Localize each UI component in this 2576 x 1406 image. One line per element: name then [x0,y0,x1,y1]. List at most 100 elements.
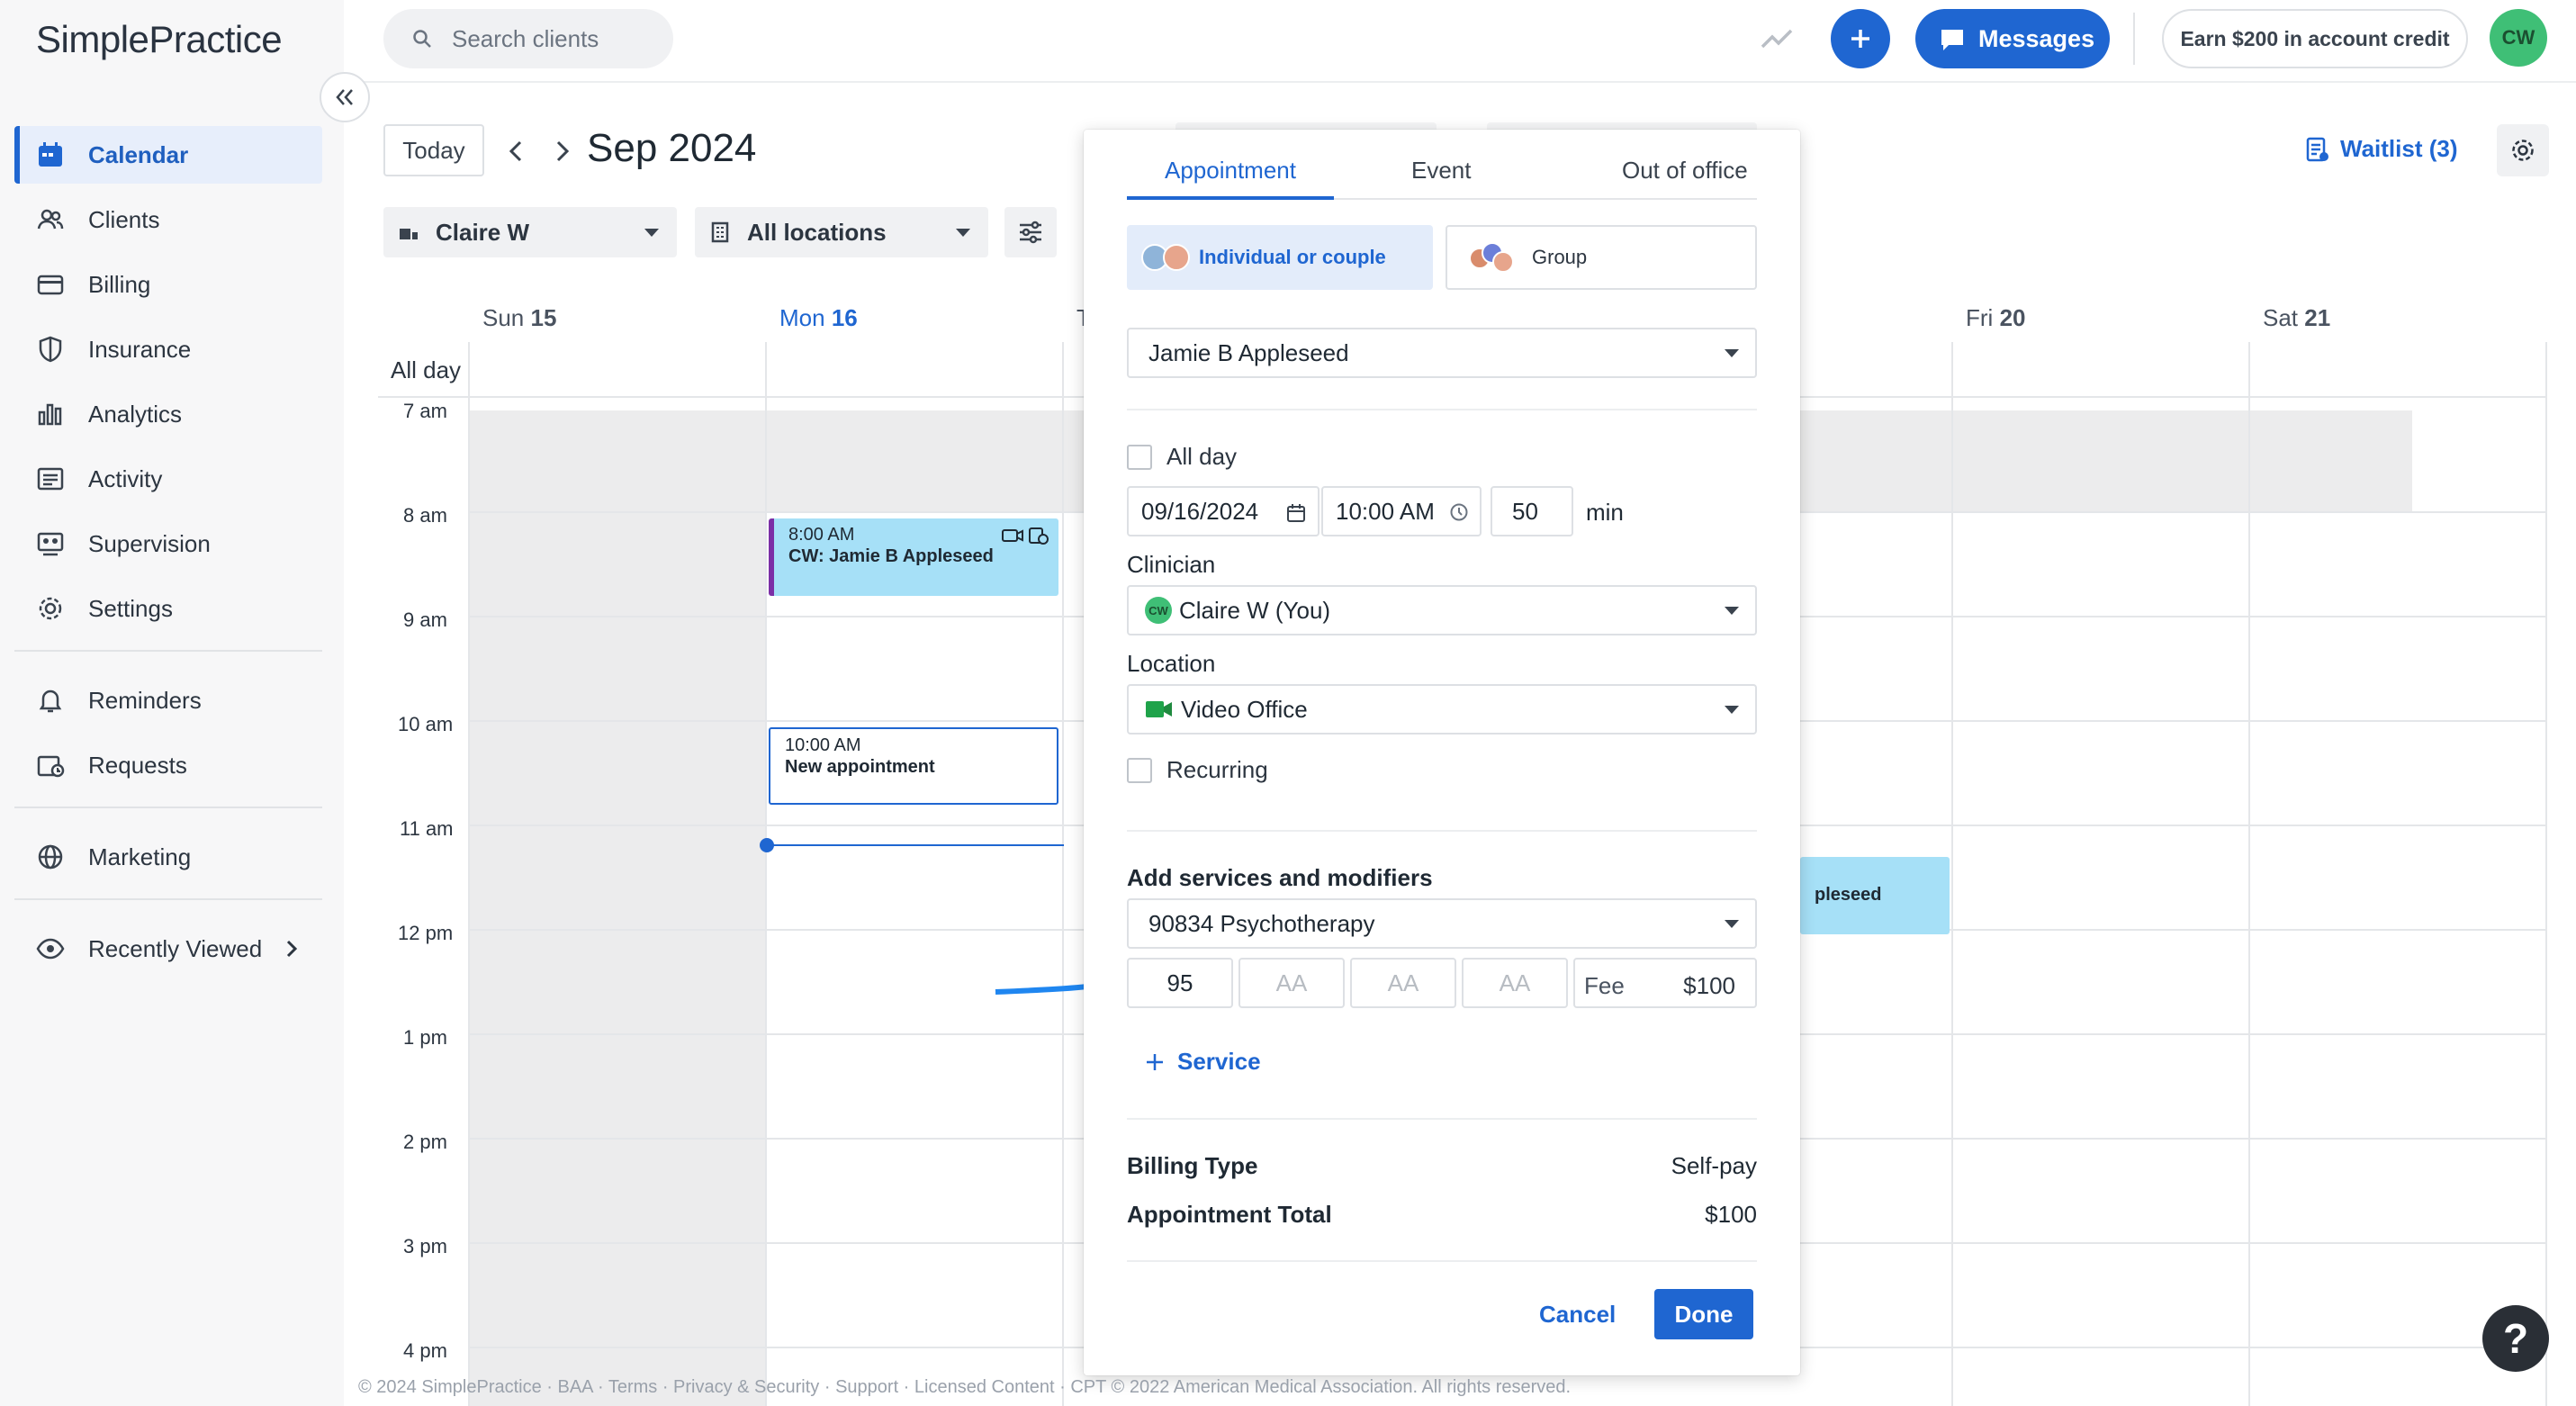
caret-down-icon [644,229,659,237]
recurring-checkbox-row[interactable]: Recurring [1127,756,1268,784]
sidebar-item-insurance[interactable]: Insurance [14,320,322,378]
tab-event[interactable]: Event [1411,157,1472,185]
day-divider [1951,342,1953,1406]
all-day-row-label: All day [391,356,462,383]
modifier-input-1[interactable]: 95 [1127,958,1233,1008]
sidebar-item-requests[interactable]: Requests [14,736,322,794]
calendar-icon [1287,504,1305,522]
caret-down-icon [1725,706,1739,714]
today-button[interactable]: Today [383,124,484,176]
group-button[interactable]: Group [1446,225,1757,290]
waitlist-link[interactable]: Waitlist (3) [2306,135,2457,163]
hour-label: 4 pm [403,1339,447,1362]
day-header-mon[interactable]: Mon 16 [779,304,858,332]
group-label: Group [1532,246,1588,268]
calendar-settings-button[interactable] [2497,124,2549,176]
section-divider [1127,409,1757,410]
caret-down-icon [1725,607,1739,615]
add-service-button[interactable]: Service [1145,1048,1261,1076]
tab-appointment[interactable]: Appointment [1165,157,1296,185]
appointment-event[interactable]: pleseed [1800,857,1950,934]
modifier-input-3[interactable]: AA [1350,958,1456,1008]
billing-type-value: Self-pay [1671,1152,1757,1179]
fee-input[interactable]: Fee $100 [1573,958,1757,1008]
hour-label: 3 pm [403,1235,447,1257]
user-avatar[interactable]: CW [2490,9,2547,67]
modifier-input-4[interactable]: AA [1462,958,1568,1008]
eye-icon [36,938,65,960]
caret-down-icon [956,229,970,237]
appointment-event[interactable]: 8:00 AM CW: Jamie B Appleseed [769,518,1058,596]
topbar-divider [2133,13,2135,65]
new-appointment-event[interactable]: 10:00 AM New appointment [769,727,1058,805]
create-new-button[interactable] [1831,9,1890,68]
sidebar-item-calendar[interactable]: Calendar [14,126,322,184]
chevron-right-icon [286,940,298,958]
caret-down-icon [1725,349,1739,357]
recurring-checkbox[interactable] [1127,757,1152,783]
location-select[interactable]: Video Office [1127,684,1757,735]
individual-or-couple-button[interactable]: Individual or couple [1127,225,1433,290]
sidebar-item-clients[interactable]: Clients [14,191,322,248]
individual-avatars-icon [1141,242,1199,273]
location-filter-value: All locations [747,218,887,246]
new-appointment-modal: Appointment Event Out of office Individu… [1084,130,1800,1375]
sidebar-item-label: Recently Viewed [88,934,263,962]
recurring-label: Recurring [1166,756,1268,783]
all-day-checkbox[interactable] [1127,444,1152,470]
cancel-button[interactable]: Cancel [1539,1289,1616,1339]
clinician-label: Clinician [1127,551,1216,578]
sidebar-item-label: Analytics [88,400,183,428]
requests-icon [37,755,65,778]
sidebar-item-marketing[interactable]: Marketing [14,828,322,886]
time-input[interactable]: 10:00 AM [1321,486,1482,536]
duration-input[interactable]: 50 [1491,486,1573,536]
clinician-filter-select[interactable]: Claire W [383,207,677,257]
sidebar-item-label: Reminders [88,686,202,714]
sidebar-nav: Calendar Clients Billing Insurance Analy… [0,126,344,985]
hour-label: 10 am [398,713,454,735]
help-button[interactable]: ? [2482,1305,2549,1372]
sidebar-item-settings[interactable]: Settings [14,580,322,637]
sidebar: SimplePractice Calendar Clients Billing … [0,0,344,1406]
sidebar-item-label: Supervision [88,529,211,557]
service-select[interactable]: 90834 Psychotherapy [1127,898,1757,949]
day-header-sat[interactable]: Sat 21 [2263,304,2330,332]
collapse-sidebar-button[interactable] [320,72,370,122]
hour-label: 11 am [400,817,454,840]
modifier-input-2[interactable]: AA [1238,958,1345,1008]
sidebar-item-billing[interactable]: Billing [14,256,322,313]
chevron-left-icon[interactable] [502,135,531,167]
date-input[interactable]: 09/16/2024 [1127,486,1320,536]
day-header-fri[interactable]: Fri 20 [1966,304,2025,332]
tab-out-of-office[interactable]: Out of office [1622,157,1748,185]
sidebar-item-recently-viewed[interactable]: Recently Viewed [14,920,322,978]
double-chevron-left-icon [336,89,353,105]
client-select[interactable]: Jamie B Appleseed [1127,328,1757,378]
waitlist-icon [2306,137,2328,161]
sidebar-item-reminders[interactable]: Reminders [14,671,322,729]
day-header-sun[interactable]: Sun 15 [482,304,556,332]
sidebar-item-activity[interactable]: Activity [14,450,322,508]
top-bar: Search clients Messages Earn $200 in acc… [344,0,2576,83]
sidebar-item-label: Clients [88,205,160,233]
calendar-filters-button[interactable] [1004,207,1057,257]
building-icon [711,221,729,243]
trend-line-icon[interactable] [1759,20,1795,56]
all-day-checkbox-row[interactable]: All day [1127,443,1237,471]
sidebar-item-supervision[interactable]: Supervision [14,515,322,572]
app-logo[interactable]: SimplePractice [36,18,283,61]
sidebar-item-analytics[interactable]: Analytics [14,385,322,443]
clinician-select[interactable]: CW Claire W (You) [1127,585,1757,635]
fee-label: Fee [1584,972,1625,999]
hour-label: 2 pm [403,1131,447,1153]
done-button[interactable]: Done [1654,1289,1753,1339]
appointment-type-tabs: Appointment Event Out of office [1127,157,1757,200]
search-input[interactable]: Search clients [383,9,673,68]
search-icon [413,30,431,48]
messages-button[interactable]: Messages [1915,9,2110,68]
chevron-right-icon[interactable] [547,135,576,167]
location-filter-select[interactable]: All locations [695,207,988,257]
event-title: CW: Jamie B Appleseed [788,546,994,566]
earn-credit-button[interactable]: Earn $200 in account credit [2162,9,2468,68]
